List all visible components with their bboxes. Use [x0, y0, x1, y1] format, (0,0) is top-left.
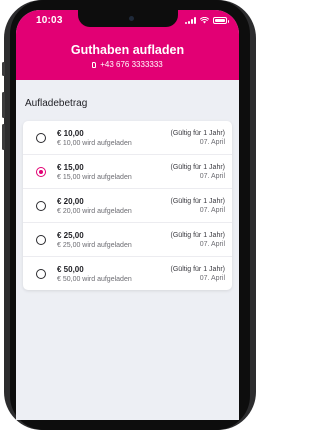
- amount-option[interactable]: € 25,00 € 25,00 wird aufgeladen (Gültig fü…: [23, 223, 232, 257]
- section-title: Aufladebetrag: [25, 98, 88, 109]
- status-icons: [185, 17, 229, 24]
- option-validity-block: (Gültig für 1 Jahr) 07. April: [171, 130, 225, 146]
- radio-button[interactable]: [36, 132, 46, 143]
- page-title: Guthaben aufladen: [70, 43, 185, 57]
- app-header: 10:03 Guthaben aufladen +43 676 3333333: [16, 10, 239, 80]
- option-amount: € 10,00: [57, 128, 84, 138]
- option-validity: (Gültig für 1 Jahr): [170, 163, 225, 171]
- amount-option[interactable]: € 50,00 € 50,00 wird aufgeladen (Gültig fü…: [23, 257, 232, 290]
- radio-button[interactable]: [36, 268, 46, 279]
- front-camera-icon: [128, 16, 134, 21]
- notch: [77, 10, 178, 27]
- phone-number: +43 676 3333333: [100, 60, 163, 69]
- amount-option[interactable]: € 15,00 € 15,00 wird aufgeladen (Gültig fü…: [23, 155, 232, 189]
- volume-up-button: [2, 92, 5, 118]
- amount-option[interactable]: € 20,00 € 20,00 wird aufgeladen (Gültig fü…: [23, 189, 232, 223]
- option-amount: € 25,00: [57, 230, 84, 240]
- option-amount: € 20,00: [57, 196, 84, 206]
- option-amount: € 15,00: [57, 162, 84, 172]
- option-date: 07. April: [199, 138, 225, 146]
- radio-button[interactable]: [36, 200, 46, 211]
- amount-options-card: € 10,00 € 10,00 wird aufgeladen (Gültig fü…: [23, 121, 232, 290]
- status-time: 10:03: [36, 15, 63, 26]
- radio-button[interactable]: [36, 234, 46, 245]
- option-details: € 20,00 € 20,00 wird aufgeladen: [57, 197, 171, 215]
- option-validity-block: (Gültig für 1 Jahr) 07. April: [171, 198, 225, 214]
- option-validity-block: (Gültig für 1 Jahr) 07. April: [171, 164, 225, 180]
- option-date: 07. April: [199, 240, 225, 248]
- battery-icon: [213, 17, 229, 24]
- amount-option[interactable]: € 10,00 € 10,00 wird aufgeladen (Gültig fü…: [23, 121, 232, 155]
- option-validity: (Gültig für 1 Jahr): [170, 265, 225, 273]
- option-date: 07. April: [199, 172, 225, 180]
- status-bar: 10:03: [16, 10, 239, 34]
- silent-switch: [2, 62, 5, 76]
- radio-button[interactable]: [36, 166, 46, 177]
- option-details: € 50,00 € 50,00 wird aufgeladen: [57, 265, 171, 283]
- phone-screen: 10:03 Guthaben aufladen +43 676 3333333: [16, 10, 239, 420]
- option-loaded-text: € 20,00 wird aufgeladen: [57, 207, 132, 215]
- wifi-icon: [200, 17, 209, 24]
- signal-icon: [185, 17, 196, 24]
- option-amount: € 50,00: [57, 264, 84, 274]
- option-details: € 25,00 € 25,00 wird aufgeladen: [57, 231, 171, 249]
- option-validity-block: (Gültig für 1 Jahr) 07. April: [171, 266, 225, 282]
- option-loaded-text: € 10,00 wird aufgeladen: [57, 139, 132, 147]
- option-validity: (Gültig für 1 Jahr): [170, 231, 225, 239]
- option-loaded-text: € 50,00 wird aufgeladen: [57, 275, 132, 283]
- option-validity-block: (Gültig für 1 Jahr) 07. April: [171, 232, 225, 248]
- option-validity: (Gültig für 1 Jahr): [170, 197, 225, 205]
- phone-number-line: +43 676 3333333: [16, 60, 239, 69]
- option-date: 07. April: [199, 274, 225, 282]
- option-loaded-text: € 15,00 wird aufgeladen: [57, 173, 132, 181]
- option-details: € 10,00 € 10,00 wird aufgeladen: [57, 129, 171, 147]
- option-loaded-text: € 25,00 wird aufgeladen: [57, 241, 132, 249]
- option-details: € 15,00 € 15,00 wird aufgeladen: [57, 163, 171, 181]
- option-date: 07. April: [199, 206, 225, 214]
- option-validity: (Gültig für 1 Jahr): [170, 129, 225, 137]
- sim-card-icon: [92, 61, 97, 68]
- volume-down-button: [2, 124, 5, 150]
- main-content: Aufladebetrag € 10,00 € 10,00 wird aufgel…: [16, 98, 239, 290]
